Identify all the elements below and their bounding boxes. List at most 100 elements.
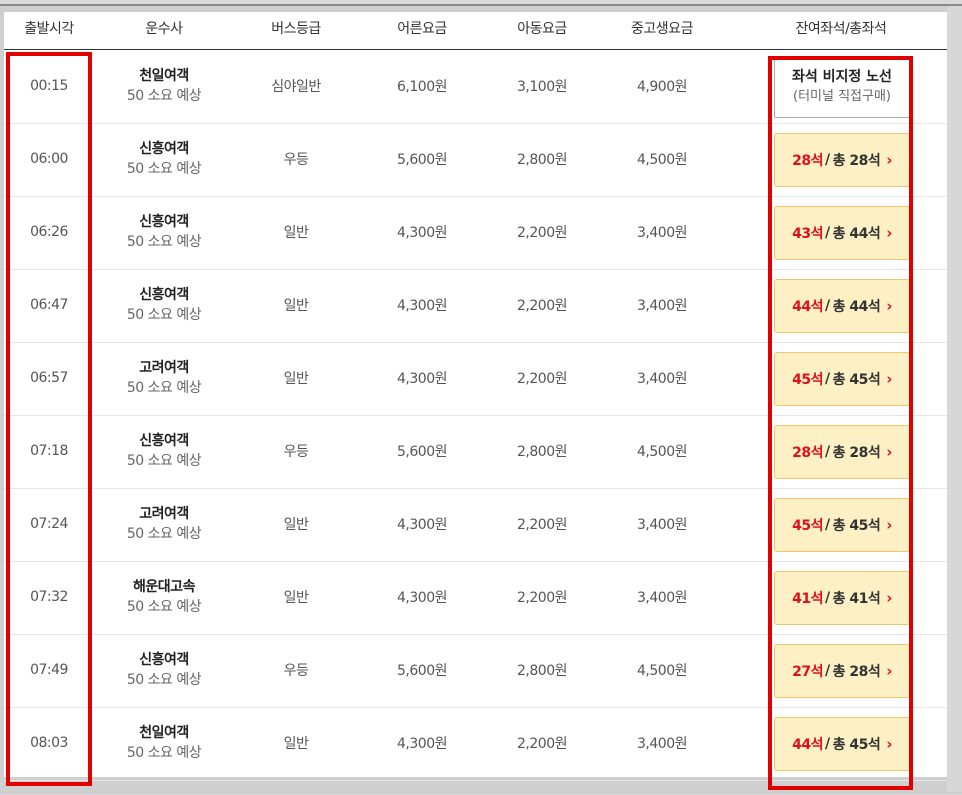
company-name: 신흥여객 (139, 214, 189, 230)
seat-select-button[interactable]: 28석 / 총 28석 › (774, 425, 910, 479)
company-name: 신흥여객 (139, 287, 189, 303)
seat-select-button[interactable]: 41석 / 총 41석 › (774, 571, 910, 625)
table-row: 07:32 해운대고속 50 소요 예상 일반 4,300원 2,200원 3,400… (4, 561, 947, 635)
table-row: 08:03 천일여객 50 소요 예상 일반 4,300원 2,200원 3,400원… (4, 707, 947, 781)
table-row: 07:49 신흥여객 50 소요 예상 우등 5,600원 2,800원 4,500원… (4, 634, 947, 708)
teen-fare: 3,400원 (637, 517, 687, 533)
header-depart-time: 출발시각 (24, 21, 74, 37)
teen-fare: 4,500원 (637, 152, 687, 168)
remaining-seats: 45석 (792, 372, 823, 388)
child-fare: 2,200원 (517, 736, 567, 752)
company-name: 고려여객 (139, 360, 189, 376)
timetable-panel: 출발시각 운수사 버스등급 어른요금 아동요금 중고생요금 잔여좌석/총좌석 0… (4, 12, 947, 781)
bus-grade: 일반 (283, 371, 309, 387)
depart-time: 07:49 (30, 662, 68, 678)
bus-grade: 일반 (283, 736, 309, 752)
header-seats: 잔여좌석/총좌석 (795, 21, 887, 37)
table-header: 출발시각 운수사 버스등급 어른요금 아동요금 중고생요금 잔여좌석/총좌석 (4, 12, 947, 50)
duration-estimate: 50 소요 예상 (126, 745, 202, 761)
remaining-seats: 44석 (792, 299, 823, 315)
table-row: 00:15 천일여객 50 소요 예상 심야일반 6,100원 3,100원 4,90… (4, 50, 947, 124)
depart-time: 06:26 (30, 224, 68, 240)
company-cell: 신흥여객 50 소요 예상 (99, 634, 229, 706)
total-seats: 총 28석 (832, 445, 881, 461)
seat-separator: / (824, 736, 830, 752)
duration-estimate: 50 소요 예상 (126, 453, 202, 469)
header-child-fare: 아동요금 (517, 21, 567, 37)
bus-grade: 일반 (283, 517, 309, 533)
adult-fare: 5,600원 (397, 663, 447, 679)
bus-grade: 우등 (283, 444, 309, 460)
table-row: 07:18 신흥여객 50 소요 예상 우등 5,600원 2,800원 4,500원… (4, 415, 947, 489)
depart-time: 06:47 (30, 297, 68, 313)
duration-estimate: 50 소요 예상 (126, 307, 202, 323)
duration-estimate: 50 소요 예상 (126, 380, 202, 396)
adult-fare: 4,300원 (397, 371, 447, 387)
table-row: 07:24 고려여객 50 소요 예상 일반 4,300원 2,200원 3,400원… (4, 488, 947, 562)
bus-grade: 우등 (283, 152, 309, 168)
teen-fare: 4,500원 (637, 663, 687, 679)
depart-time: 07:24 (30, 516, 68, 532)
total-seats: 총 45석 (832, 518, 881, 534)
child-fare: 3,100원 (517, 79, 567, 95)
total-seats: 총 28석 (832, 664, 881, 680)
teen-fare: 4,900원 (637, 79, 687, 95)
child-fare: 2,200원 (517, 225, 567, 241)
company-name: 천일여객 (139, 725, 189, 741)
teen-fare: 3,400원 (637, 371, 687, 387)
company-cell: 고려여객 50 소요 예상 (99, 488, 229, 560)
header-grade: 버스등급 (271, 21, 321, 37)
company-name: 해운대고속 (133, 579, 195, 595)
remaining-seats: 45석 (792, 518, 823, 534)
header-adult-fare: 어른요금 (397, 21, 447, 37)
company-name: 신흥여객 (139, 433, 189, 449)
table-row: 06:00 신흥여객 50 소요 예상 우등 5,600원 2,800원 4,500원… (4, 123, 947, 197)
remaining-seats: 27석 (792, 664, 823, 680)
depart-time: 00:15 (30, 78, 68, 94)
company-name: 신흥여객 (139, 141, 189, 157)
adult-fare: 4,300원 (397, 517, 447, 533)
remaining-seats: 43석 (792, 226, 823, 242)
company-cell: 신흥여객 50 소요 예상 (99, 269, 229, 341)
seat-select-button[interactable]: 45석 / 총 45석 › (774, 352, 910, 406)
chevron-right-icon: › (886, 297, 892, 315)
teen-fare: 4,500원 (637, 444, 687, 460)
bus-grade: 일반 (283, 225, 309, 241)
seat-select-button[interactable]: 28석 / 총 28석 › (774, 133, 910, 187)
bus-grade: 심야일반 (271, 79, 321, 95)
duration-estimate: 50 소요 예상 (126, 599, 202, 615)
total-seats: 총 41석 (832, 591, 881, 607)
seat-select-button[interactable]: 43석 / 총 44석 › (774, 206, 910, 260)
seat-separator: / (824, 371, 830, 387)
table-row: 06:26 신흥여객 50 소요 예상 일반 4,300원 2,200원 3,400원… (4, 196, 947, 270)
remaining-seats: 44석 (792, 737, 823, 753)
depart-time: 07:32 (30, 589, 68, 605)
header-teen-fare: 중고생요금 (631, 21, 693, 37)
chevron-right-icon: › (886, 735, 892, 753)
table-row: 06:47 신흥여객 50 소요 예상 일반 4,300원 2,200원 3,400원… (4, 269, 947, 343)
company-cell: 신흥여객 50 소요 예상 (99, 415, 229, 487)
seat-separator: / (824, 663, 830, 679)
teen-fare: 3,400원 (637, 590, 687, 606)
seat-select-button[interactable]: 44석 / 총 44석 › (774, 279, 910, 333)
company-cell: 해운대고속 50 소요 예상 (99, 561, 229, 633)
seat-notice-subtitle: (터미널 직접구매) (793, 89, 891, 104)
adult-fare: 6,100원 (397, 79, 447, 95)
table-row: 06:57 고려여객 50 소요 예상 일반 4,300원 2,200원 3,400원… (4, 342, 947, 416)
seat-select-button[interactable]: 27석 / 총 28석 › (774, 644, 910, 698)
company-cell: 고려여객 50 소요 예상 (99, 342, 229, 414)
adult-fare: 4,300원 (397, 590, 447, 606)
seat-unassigned-notice: 좌석 비지정 노선 (터미널 직접구매) (774, 56, 910, 118)
company-name: 고려여객 (139, 506, 189, 522)
seat-notice-title: 좌석 비지정 노선 (792, 69, 892, 85)
right-gutter (947, 6, 962, 792)
company-cell: 신흥여객 50 소요 예상 (99, 123, 229, 195)
depart-time: 08:03 (30, 735, 68, 751)
seat-select-button[interactable]: 45석 / 총 45석 › (774, 498, 910, 552)
child-fare: 2,200원 (517, 298, 567, 314)
seat-separator: / (824, 225, 830, 241)
adult-fare: 4,300원 (397, 225, 447, 241)
seat-select-button[interactable]: 44석 / 총 45석 › (774, 717, 910, 771)
child-fare: 2,800원 (517, 152, 567, 168)
chevron-right-icon: › (886, 370, 892, 388)
